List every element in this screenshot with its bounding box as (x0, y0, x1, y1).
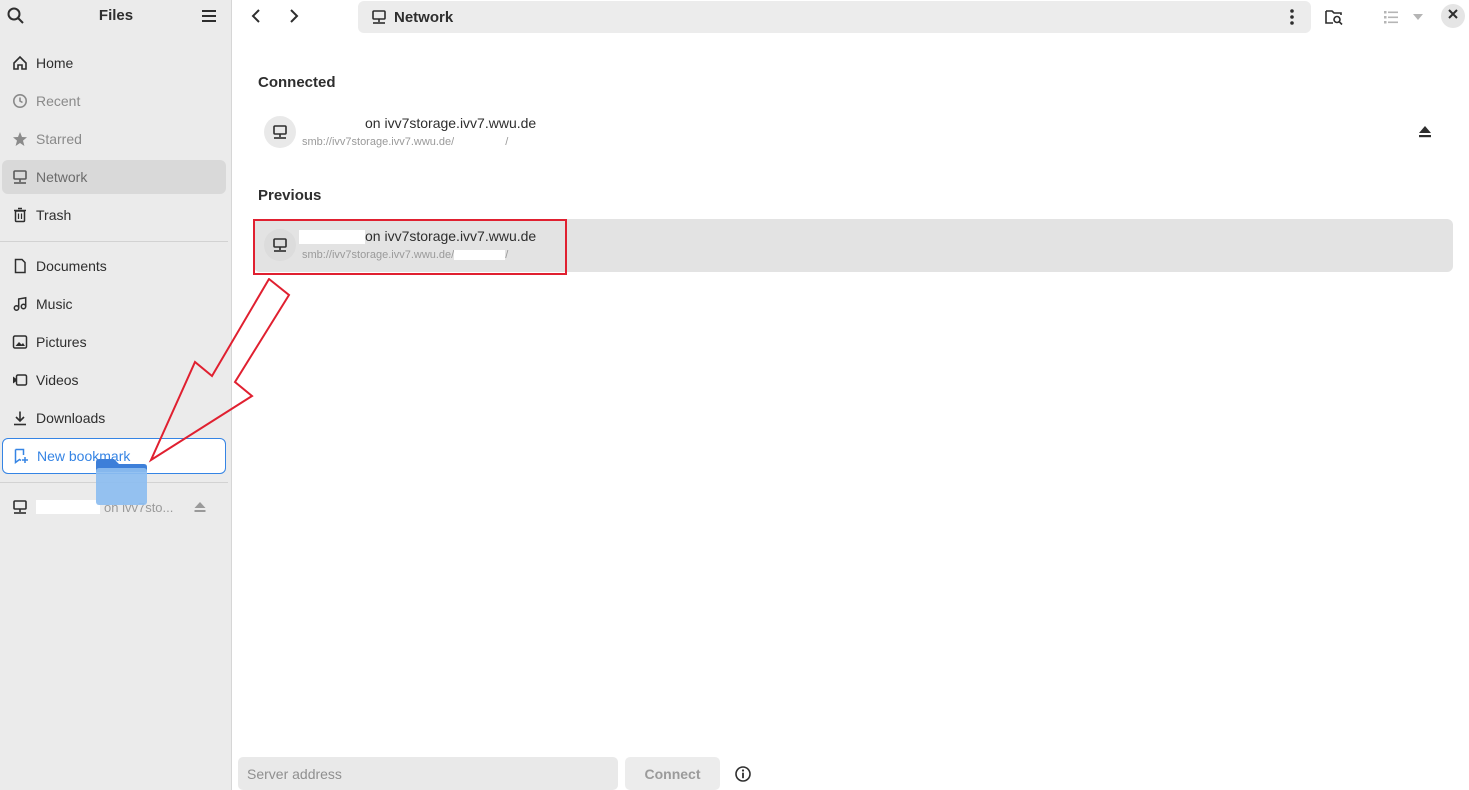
home-icon (12, 55, 28, 71)
hamburger-menu-icon[interactable] (199, 6, 219, 26)
sidebar-item-label: Trash (36, 207, 72, 223)
sidebar-item-network[interactable]: Network (2, 160, 226, 194)
sidebar-item-starred[interactable]: Starred (2, 122, 226, 156)
download-icon (12, 410, 28, 426)
clock-icon (12, 93, 28, 109)
sidebar-item-home[interactable]: Home (2, 46, 226, 80)
view-options-dropdown-icon[interactable] (1407, 6, 1429, 28)
document-icon (12, 258, 28, 274)
picture-icon (12, 334, 28, 350)
server-address-input[interactable] (238, 757, 618, 790)
star-icon (12, 131, 28, 147)
connect-bar: Connect (232, 757, 1469, 790)
more-options-icon[interactable] (1283, 7, 1301, 27)
connect-button[interactable]: Connect (625, 757, 720, 790)
connection-uri-text: smb://ivv7storage.ivv7.wwu.de/ (302, 136, 455, 148)
sidebar-divider (0, 241, 228, 242)
info-icon[interactable] (734, 765, 752, 783)
close-button[interactable] (1441, 4, 1465, 28)
bookmark-add-icon (13, 448, 29, 464)
sidebar-item-recent[interactable]: Recent (2, 84, 226, 118)
annotation-arrow-icon (148, 278, 291, 463)
sidebar-item-label: Videos (36, 372, 79, 388)
connection-title: on ivv7storage.ivv7.wwu.de (299, 115, 537, 132)
sidebar-item-label: Network (36, 169, 88, 185)
redacted-share-name (299, 117, 365, 132)
video-icon (12, 372, 28, 388)
list-view-icon[interactable] (1380, 6, 1402, 28)
close-icon (1447, 7, 1459, 25)
sidebar-item-label: Documents (36, 258, 107, 274)
annotation-highlight-box (253, 219, 567, 275)
sidebar-header: Files (0, 0, 232, 32)
previous-heading: Previous (258, 187, 322, 204)
sidebar-item-label: Pictures (36, 334, 87, 350)
back-button[interactable] (245, 5, 267, 27)
music-icon (12, 296, 28, 312)
sidebar-item-label: Home (36, 55, 74, 71)
sidebar-item-label: Recent (36, 93, 81, 109)
location-bar[interactable]: Network (358, 1, 1311, 33)
network-icon (371, 9, 387, 25)
sidebar-item-trash[interactable]: Trash (2, 198, 226, 232)
location-label: Network (394, 9, 454, 26)
sidebar-item-label: Starred (36, 131, 82, 147)
connected-heading: Connected (258, 74, 336, 91)
main-area: Network Connected on ivv7storage.ivv7.ww… (232, 0, 1469, 790)
connected-row[interactable]: on ivv7storage.ivv7.wwu.de smb://ivv7sto… (254, 106, 1453, 159)
network-icon (264, 116, 296, 148)
sidebar-item-label: Music (36, 296, 73, 312)
forward-button[interactable] (283, 5, 305, 27)
network-icon (12, 169, 28, 185)
connection-title-text: on ivv7storage.ivv7.wwu.de (365, 115, 537, 131)
app-title: Files (98, 7, 134, 24)
connection-uri: smb://ivv7storage.ivv7.wwu.de/ / (302, 136, 508, 148)
trash-icon (12, 207, 28, 223)
redacted-share-name (36, 500, 100, 514)
redacted-path (454, 137, 506, 148)
eject-icon[interactable] (1416, 123, 1434, 141)
eject-icon[interactable] (192, 499, 208, 515)
connection-uri-end: / (505, 136, 509, 148)
network-icon (12, 499, 28, 515)
folder-search-icon[interactable] (1323, 6, 1345, 28)
sidebar-item-label: Downloads (36, 410, 106, 426)
